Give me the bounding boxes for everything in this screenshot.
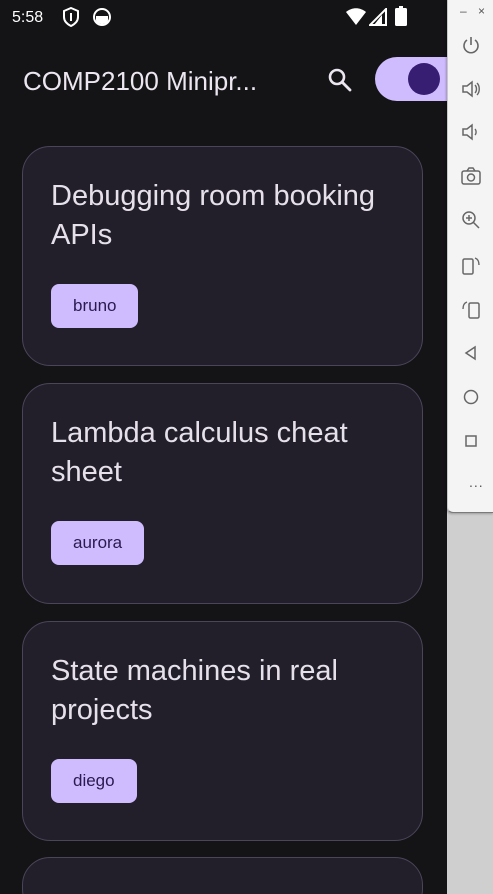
close-button[interactable]: ×: [478, 4, 485, 18]
post-card[interactable]: State machines in real projects diego: [22, 621, 423, 841]
camera-icon[interactable]: [460, 165, 482, 187]
emulator-toolbar: – × ...: [447, 0, 493, 513]
author-chip[interactable]: aurora: [51, 521, 145, 565]
post-card[interactable]: Debugging room booking APIs bruno: [22, 146, 423, 366]
back-icon[interactable]: [460, 342, 482, 364]
post-title: Lambda calculus cheat sheet: [51, 417, 348, 488]
more-options-button[interactable]: ...: [469, 474, 484, 490]
post-title: Debugging room booking APIs: [51, 180, 376, 251]
top-app-bar: COMP2100 Minipr...: [0, 48, 447, 116]
volume-down-icon[interactable]: [460, 121, 482, 143]
shield-icon: [63, 7, 79, 27]
battery-icon: [395, 6, 407, 26]
circle-status-icon: [93, 8, 111, 26]
wifi-icon: [346, 8, 366, 25]
minimize-button[interactable]: –: [460, 4, 467, 18]
post-card[interactable]: Lambda calculus cheat sheet aurora: [22, 383, 423, 604]
signal-icon: [369, 8, 387, 26]
volume-up-icon[interactable]: [460, 78, 482, 100]
power-icon[interactable]: [460, 34, 482, 56]
phone-screen: 5:58 COMP2100 Minipr... Debugging room b…: [0, 0, 447, 894]
theme-toggle-switch[interactable]: [375, 57, 447, 101]
status-time: 5:58: [12, 9, 44, 26]
app-title: COMP2100 Minipr...: [23, 66, 258, 96]
status-bar: 5:58: [0, 0, 447, 36]
zoom-icon[interactable]: [460, 209, 482, 231]
home-icon[interactable]: [460, 386, 482, 408]
author-chip[interactable]: diego: [51, 759, 137, 803]
post-card[interactable]: [22, 857, 423, 894]
rotate-right-icon[interactable]: [460, 298, 482, 320]
overview-icon[interactable]: [460, 430, 482, 452]
author-chip[interactable]: bruno: [51, 284, 139, 328]
rotate-left-icon[interactable]: [460, 254, 482, 276]
post-title: State machines in real projects: [51, 655, 338, 726]
toggle-knob: [408, 63, 440, 95]
search-button[interactable]: [322, 62, 358, 98]
search-icon: [328, 68, 352, 92]
